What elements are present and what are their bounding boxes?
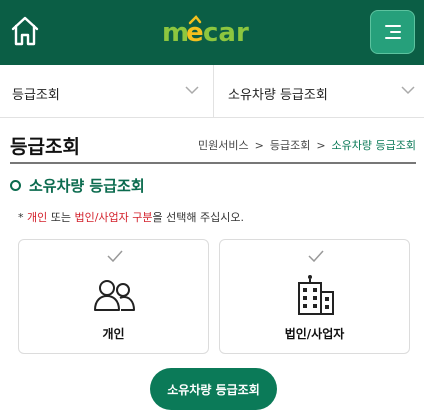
logo-mark: m e car xyxy=(162,15,249,48)
app-header: m e car xyxy=(0,0,424,65)
chevron-down-icon xyxy=(401,86,415,95)
mecar-logo[interactable]: m e car xyxy=(160,14,264,50)
subcategory-select[interactable]: 소유차량 등급조회 xyxy=(214,65,424,118)
menu-button[interactable] xyxy=(370,10,415,54)
breadcrumb-separator: > xyxy=(254,139,264,152)
option-label-personal: 개인 xyxy=(102,327,125,341)
option-label-corporate: 법인/사업자 xyxy=(284,327,345,341)
selection-notice: * 개인 또는 법인/사업자 구분을 선택해 주십시오. xyxy=(18,209,244,225)
option-card-personal[interactable]: 개인 xyxy=(18,239,209,354)
notice-prefix: * xyxy=(18,211,27,224)
breadcrumb-item[interactable]: 등급조회 xyxy=(270,139,310,152)
breadcrumb: 민원서비스 > 등급조회 > 소유차량 등급조회 xyxy=(198,137,416,153)
notice-suffix: 을 선택해 주십시오. xyxy=(152,211,244,224)
page-title: 등급조회 xyxy=(10,136,80,158)
check-icon xyxy=(308,250,324,262)
breadcrumb-item[interactable]: 민원서비스 xyxy=(198,139,249,152)
home-button[interactable] xyxy=(8,11,42,51)
notice-or: 또는 xyxy=(47,211,75,224)
hamburger-icon xyxy=(384,25,401,39)
breadcrumb-separator: > xyxy=(316,139,326,152)
check-icon xyxy=(107,250,123,262)
chevron-down-icon xyxy=(185,86,199,95)
category-select[interactable]: 등급조회 xyxy=(0,65,213,118)
breadcrumb-current: 소유차량 등급조회 xyxy=(331,139,416,152)
subcategory-select-label: 소유차량 등급조회 xyxy=(228,88,328,103)
notice-personal: 개인 xyxy=(27,211,48,224)
section-title-text: 소유차량 등급조회 xyxy=(29,177,145,195)
title-row: 등급조회 민원서비스 > 등급조회 > 소유차량 등급조회 xyxy=(10,130,416,164)
option-card-corporate[interactable]: 법인/사업자 xyxy=(219,239,410,354)
svg-text:car: car xyxy=(203,18,249,48)
owned-vehicle-lookup-button[interactable]: 소유차량 등급조회 xyxy=(150,368,277,410)
circle-bullet-icon xyxy=(10,180,21,191)
notice-corporate: 법인/사업자 구분 xyxy=(74,211,153,224)
people-icon xyxy=(94,280,135,311)
home-icon xyxy=(11,16,39,46)
category-select-label: 등급조회 xyxy=(12,88,60,103)
section-title: 소유차량 등급조회 xyxy=(10,175,145,196)
building-icon xyxy=(298,275,334,315)
nav-select-row: 등급조회 소유차량 등급조회 xyxy=(0,65,424,118)
